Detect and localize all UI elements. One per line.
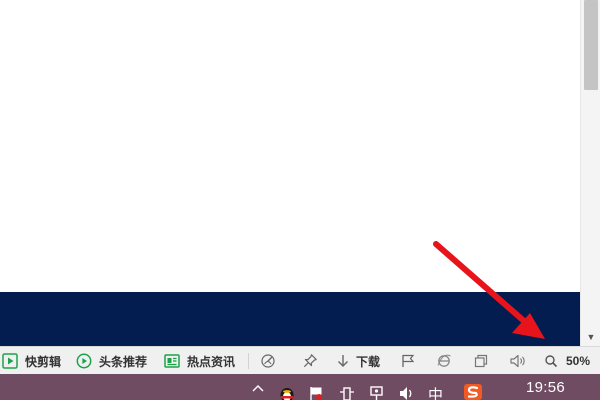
ime-indicator[interactable]: 中 xyxy=(428,384,443,400)
dark-banner xyxy=(0,292,580,346)
zoom-level: 50% xyxy=(566,354,591,368)
redian-button[interactable]: 热点资讯 xyxy=(164,347,235,375)
ie-browser-button[interactable] xyxy=(436,347,452,375)
speaker-icon xyxy=(509,353,527,369)
volume-button[interactable] xyxy=(509,347,527,375)
flag-icon xyxy=(400,353,416,369)
vertical-scrollbar[interactable]: ▼ xyxy=(580,0,600,346)
toutiao-label: 头条推荐 xyxy=(99,354,148,369)
accelerate-button[interactable] xyxy=(260,347,276,375)
status-bar: 快剪辑 头条推荐 热点资讯 下载 50% xyxy=(0,346,600,374)
tray-flag-icon[interactable] xyxy=(308,386,324,400)
kuaijianji-button[interactable]: 快剪辑 xyxy=(2,347,61,375)
flag-button[interactable] xyxy=(400,347,416,375)
network-icon[interactable] xyxy=(368,386,386,400)
zoom-search-button[interactable] xyxy=(544,347,558,375)
zoom-level-button[interactable]: 50% xyxy=(566,347,590,375)
show-hidden-icons-chevron-icon[interactable] xyxy=(252,383,264,400)
play-circle-icon xyxy=(76,353,92,369)
kuaijianji-label: 快剪辑 xyxy=(25,354,62,369)
download-button[interactable]: 下载 xyxy=(336,347,380,375)
taskbar: 中 19:56 xyxy=(0,374,600,400)
news-icon xyxy=(164,353,180,369)
ime-label: 中 xyxy=(428,386,444,400)
status-divider xyxy=(248,353,249,369)
taskbar-clock[interactable]: 19:56 xyxy=(526,379,565,396)
document-canvas xyxy=(0,0,580,292)
sogou-input-icon[interactable] xyxy=(464,384,482,400)
qq-penguin-icon[interactable] xyxy=(278,387,296,400)
redian-label: 热点资讯 xyxy=(187,354,236,369)
download-label: 下载 xyxy=(356,354,381,369)
magnifier-icon xyxy=(544,354,558,368)
toutiao-button[interactable]: 头条推荐 xyxy=(76,347,147,375)
window-restore-icon xyxy=(473,353,489,369)
speed-gauge-icon xyxy=(260,353,276,369)
scrollbar-thumb[interactable] xyxy=(584,0,598,90)
pin-button[interactable] xyxy=(302,347,318,375)
play-square-icon xyxy=(2,353,18,369)
scroll-down-arrow-icon[interactable]: ▼ xyxy=(581,328,600,346)
volume-tray-icon[interactable] xyxy=(398,386,414,400)
window-restore-button[interactable] xyxy=(473,347,489,375)
download-arrow-icon xyxy=(336,353,350,369)
ie-browser-icon xyxy=(436,353,452,369)
usb-device-icon[interactable] xyxy=(338,386,356,400)
pushpin-icon xyxy=(302,353,318,369)
